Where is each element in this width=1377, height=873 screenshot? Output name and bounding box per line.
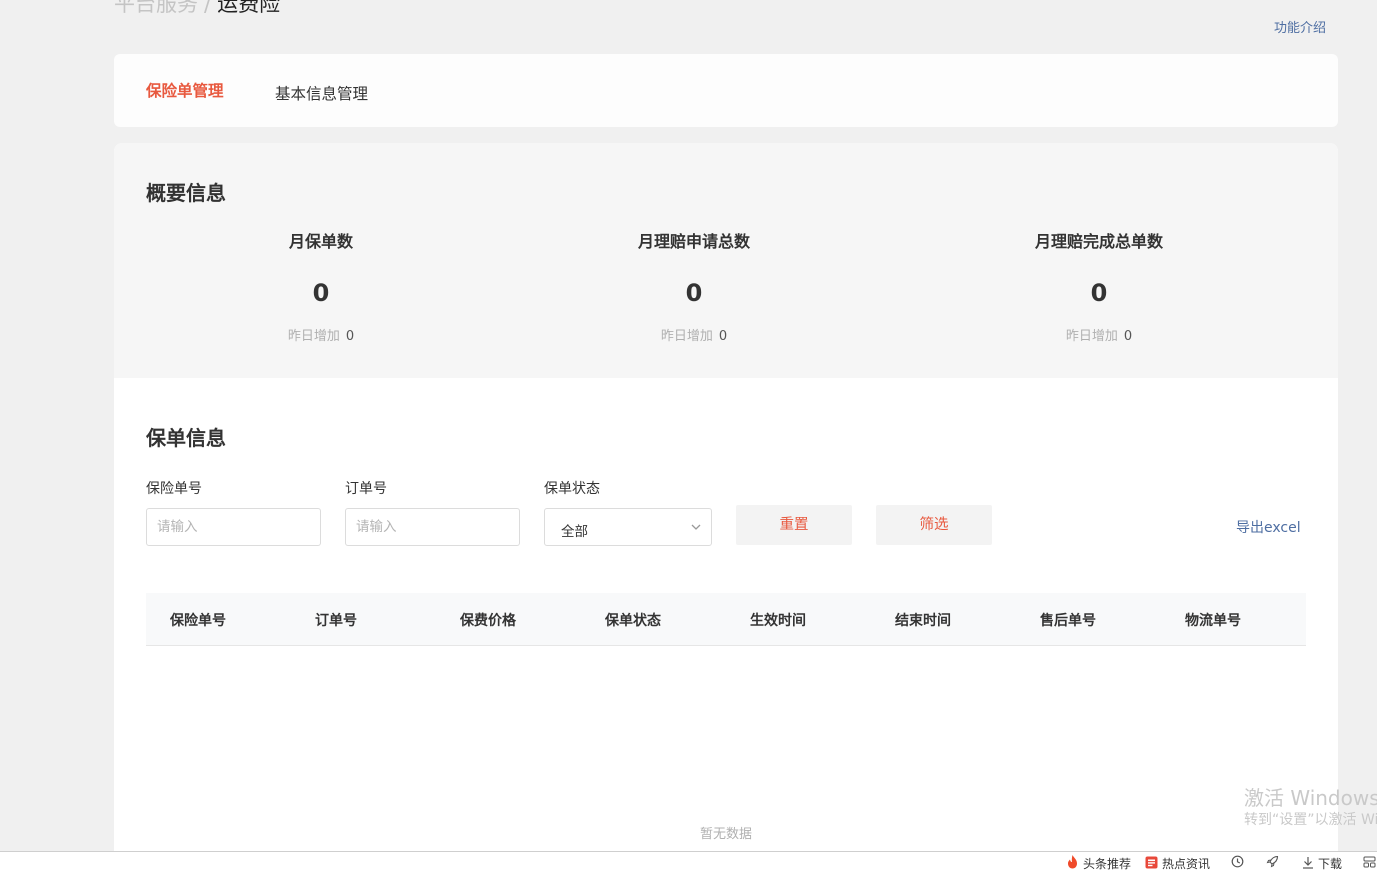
filter-button[interactable]: 筛选 [876,505,992,545]
overview-section: 概要信息 月保单数 0 昨日增加 0 月理赔申请总数 0 昨日增加 0 月理赔完成总… [114,143,1338,378]
order-no-label: 订单号 [345,481,387,497]
window-layout-button[interactable] [1363,855,1377,871]
stat-label: 月理赔完成总单数 [1034,232,1163,251]
window-layout-icon [1363,855,1377,871]
policy-no-field [146,508,321,546]
news-recommend-item[interactable]: 头条推荐 [1066,855,1131,872]
column-header: 保费价格 [460,613,516,629]
hot-news-label: 热点资讯 [1162,857,1211,871]
flame-icon [1066,855,1083,872]
export-excel-link[interactable]: 导出excel [1236,517,1301,537]
tab-basic-info-management[interactable]: 基本信息管理 [275,82,368,104]
stat-monthly-claims-completed: 月理赔完成总单数 0 昨日增加 0 [979,230,1219,346]
rocket-icon [1266,855,1283,871]
breadcrumb: 平台服务 / 运费险 [114,0,280,18]
column-header: 物流单号 [1185,613,1241,629]
column-header: 订单号 [315,613,357,629]
order-no-field [345,508,520,546]
stat-sub: 昨日增加 0 [979,328,1219,346]
chevron-down-icon [689,519,703,538]
history-icon [1231,855,1248,871]
stat-monthly-policies: 月保单数 0 昨日增加 0 [201,230,441,346]
stat-sub-value: 0 [345,329,355,344]
policy-no-label: 保险单号 [146,481,202,497]
stat-sub: 昨日增加 0 [574,328,814,346]
reset-button[interactable]: 重置 [736,505,852,545]
history-button[interactable] [1231,855,1248,871]
stat-value: 0 [312,279,330,307]
activation-watermark-subtitle: 转到“设置”以激活 Windows。 [1244,812,1377,828]
feature-intro-link[interactable]: 功能介绍 [1274,17,1326,36]
download-icon [1302,856,1318,872]
stat-sub-label: 昨日增加 [287,329,340,344]
breadcrumb-parent[interactable]: 平台服务 [114,0,198,16]
tab-policy-management[interactable]: 保险单管理 [146,79,224,101]
column-header: 结束时间 [895,613,951,629]
column-header: 保险单号 [170,613,226,629]
column-header: 保单状态 [605,613,661,629]
column-header: 生效时间 [750,613,806,629]
breadcrumb-current: 运费险 [217,0,281,16]
activation-watermark-title: 激活 Windows [1244,786,1377,810]
stat-sub-label: 昨日增加 [660,329,713,344]
speedup-button[interactable] [1266,855,1283,871]
status-select-value: 全部 [561,524,588,540]
newspaper-icon [1145,856,1162,872]
order-no-input[interactable] [346,509,519,545]
overview-title: 概要信息 [146,181,226,205]
download-label: 下载 [1318,857,1343,871]
status-label: 保单状态 [544,481,600,497]
hot-news-item[interactable]: 热点资讯 [1145,855,1210,872]
status-select[interactable]: 全部 [544,508,712,546]
download-item[interactable]: 下载 [1302,855,1342,872]
stat-label: 月保单数 [288,232,353,251]
bottom-status-bar: 头条推荐 热点资讯 下载 [0,851,1377,873]
stat-sub-label: 昨日增加 [1065,329,1118,344]
stat-monthly-claims: 月理赔申请总数 0 昨日增加 0 [574,230,814,346]
table-empty-text: 暂无数据 [699,827,752,842]
stat-sub-value: 0 [718,329,728,344]
policy-no-input[interactable] [147,509,320,545]
news-recommend-label: 头条推荐 [1083,857,1132,871]
main-card: 概要信息 月保单数 0 昨日增加 0 月理赔申请总数 0 昨日增加 0 月理赔完成总… [114,143,1338,863]
policy-section-title: 保单信息 [146,426,226,450]
column-header: 售后单号 [1040,613,1096,629]
stat-value: 0 [685,279,703,307]
table-header: 保险单号 订单号 保费价格 保单状态 生效时间 结束时间 售后单号 物流单号 [146,593,1306,646]
breadcrumb-separator: / [204,0,212,16]
stat-sub: 昨日增加 0 [201,328,441,346]
stat-label: 月理赔申请总数 [637,232,750,251]
stat-value: 0 [1090,279,1108,307]
stat-sub-value: 0 [1123,329,1133,344]
